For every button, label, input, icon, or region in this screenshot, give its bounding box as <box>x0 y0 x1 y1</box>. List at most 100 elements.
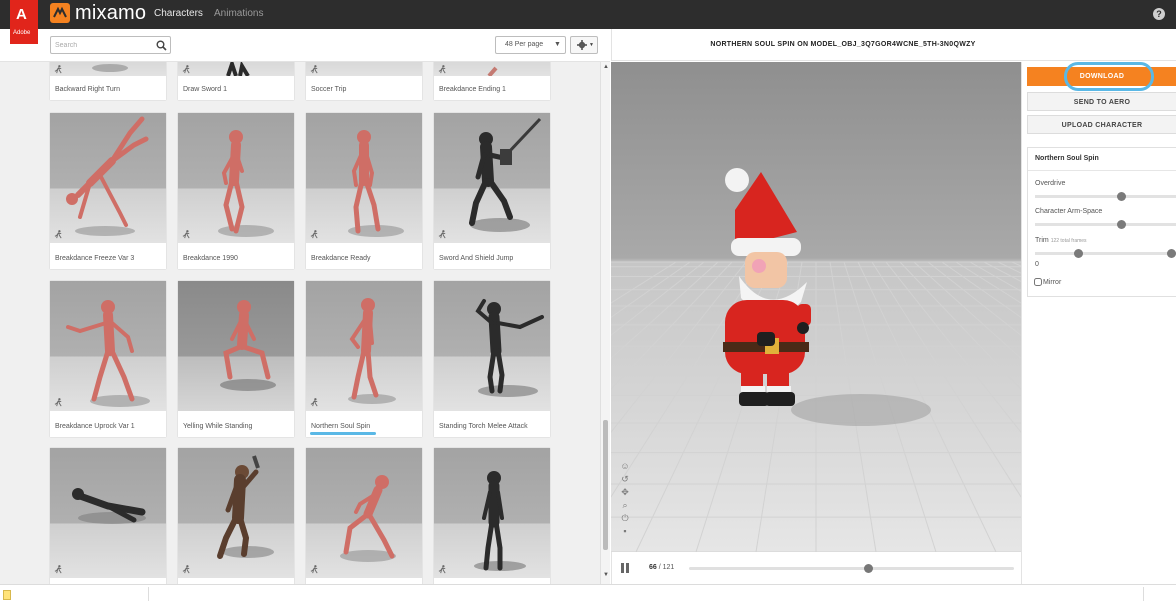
scroll-down-arrow-icon[interactable]: ▼ <box>603 572 609 578</box>
animation-card[interactable]: Soccer Trip <box>306 62 422 100</box>
caret-down-icon: ▼ <box>589 42 594 48</box>
runner-icon <box>310 65 318 74</box>
animation-thumbnail <box>434 113 550 243</box>
animation-card[interactable]: Breakdance Uprock Var 1 <box>50 281 166 437</box>
animation-thumbnail <box>50 281 166 411</box>
frame-counter: 66 / 121 <box>649 564 675 571</box>
runner-icon <box>54 398 62 407</box>
zoom-icon[interactable]: ⌕ <box>619 499 631 511</box>
face-camera-icon[interactable]: ☺ <box>619 460 631 472</box>
move-icon[interactable]: ✥ <box>619 486 631 498</box>
bottom-strip <box>0 584 1176 601</box>
animation-card[interactable] <box>306 448 422 584</box>
animation-card[interactable]: Sword And Shield Jump <box>434 113 550 269</box>
animation-card[interactable]: Breakdance 1990 <box>178 113 294 269</box>
3d-viewport[interactable]: ☺ ↺ ✥ ⌕ ⏻ ▪ <box>611 62 1021 552</box>
slider-knob[interactable] <box>1117 220 1126 229</box>
floor-grid <box>611 168 1021 552</box>
animation-card[interactable] <box>50 448 166 584</box>
rotate-icon[interactable]: ↺ <box>619 473 631 485</box>
file-icon[interactable] <box>3 590 11 600</box>
animation-label: Standing Torch Melee Attack <box>439 423 528 430</box>
runner-icon <box>310 230 318 239</box>
runner-icon <box>182 65 190 74</box>
settings-button[interactable]: ▼ <box>570 36 598 54</box>
trim-start-knob[interactable] <box>1074 249 1083 258</box>
animation-label: Sword And Shield Jump <box>439 255 514 262</box>
help-icon[interactable]: ? <box>1153 8 1165 20</box>
animation-card[interactable]: Breakdance Ending 1 <box>434 62 550 100</box>
timeline-knob[interactable] <box>864 564 873 573</box>
animation-settings: Northern Soul Spin Overdrive Character A… <box>1027 147 1176 297</box>
animation-thumbnail <box>50 448 166 578</box>
overdrive-slider[interactable] <box>1035 192 1176 201</box>
adobe-a-icon: A <box>16 6 27 23</box>
scroll-up-arrow-icon[interactable]: ▲ <box>603 64 609 70</box>
overdrive-label: Overdrive <box>1035 180 1066 187</box>
viewer-header: NORTHERN SOUL SPIN ON MODEL_OBJ_3Q7GOR4W… <box>611 29 1176 61</box>
download-highlight <box>1064 62 1154 91</box>
animation-thumbnail <box>306 62 422 76</box>
playback-bar: 66 / 121 <box>611 552 1021 584</box>
arm-space-label: Character Arm-Space <box>1035 208 1103 215</box>
search-input[interactable] <box>55 39 153 52</box>
runner-icon <box>182 230 190 239</box>
runner-icon <box>438 65 446 74</box>
animation-label: Yelling While Standing <box>183 423 253 430</box>
animation-card[interactable]: Yelling While Standing <box>178 281 294 437</box>
trim-slider[interactable] <box>1035 249 1176 258</box>
upload-character-button[interactable]: UPLOAD CHARACTER <box>1027 115 1176 134</box>
animation-card[interactable]: Breakdance Ready <box>306 113 422 269</box>
runner-icon <box>182 565 190 574</box>
selection-underline <box>310 432 376 435</box>
camera-icon[interactable]: ▪ <box>619 525 631 537</box>
gear-icon <box>577 40 587 50</box>
animation-thumbnail <box>178 62 294 76</box>
trim-value: 0 <box>1035 261 1039 268</box>
mixamo-logo-icon[interactable] <box>50 3 70 23</box>
animation-card[interactable]: Northern Soul Spin <box>306 281 422 437</box>
runner-icon <box>438 230 446 239</box>
timeline-slider[interactable] <box>689 564 1014 573</box>
nav-animations[interactable]: Animations <box>214 8 263 19</box>
scroll-thumb[interactable] <box>603 420 608 550</box>
send-to-aero-button[interactable]: SEND TO AERO <box>1027 92 1176 111</box>
viewport-tools: ☺ ↺ ✥ ⌕ ⏻ ▪ <box>619 460 633 538</box>
animation-label: Breakdance Uprock Var 1 <box>55 423 135 430</box>
search-icon[interactable] <box>156 40 167 51</box>
animation-card[interactable]: Draw Sword 1 <box>178 62 294 100</box>
pause-icon[interactable] <box>621 563 630 573</box>
animation-label: Soccer Trip <box>311 86 347 93</box>
runner-icon <box>54 230 62 239</box>
search-box <box>50 36 171 54</box>
trim-end-knob[interactable] <box>1167 249 1176 258</box>
grid-scrollbar[interactable]: ▲ ▼ <box>600 62 610 584</box>
animation-card[interactable]: Backward Right Turn <box>50 62 166 100</box>
animation-card[interactable] <box>178 448 294 584</box>
animation-thumbnail <box>434 448 550 578</box>
animation-label: Draw Sword 1 <box>183 86 227 93</box>
mirror-option[interactable]: Mirror <box>1034 278 1061 286</box>
runner-icon <box>54 65 62 74</box>
chevron-down-icon: ▼ <box>554 41 561 48</box>
animation-thumbnail <box>306 113 422 243</box>
animation-thumbnail <box>178 113 294 243</box>
animation-thumbnail <box>50 62 166 76</box>
brand-name[interactable]: mixamo <box>75 2 146 25</box>
per-page-select[interactable]: 48 Per page ▼ <box>495 36 566 54</box>
arm-space-slider[interactable] <box>1035 220 1176 229</box>
nav-characters[interactable]: Characters <box>154 8 203 19</box>
mirror-checkbox[interactable] <box>1034 278 1042 286</box>
trim-label: Trim 122 total frames <box>1035 237 1087 244</box>
animation-card[interactable] <box>434 448 550 584</box>
animation-thumbnail <box>434 62 550 76</box>
animation-card[interactable]: Breakdance Freeze Var 3 <box>50 113 166 269</box>
adobe-logo[interactable]: A Adobe <box>10 0 38 44</box>
animation-thumbnail <box>178 281 294 411</box>
power-icon[interactable]: ⏻ <box>619 512 631 524</box>
right-panel: DOWNLOAD SEND TO AERO UPLOAD CHARACTER N… <box>1021 62 1176 584</box>
slider-knob[interactable] <box>1117 192 1126 201</box>
animation-card[interactable]: Standing Torch Melee Attack <box>434 281 550 437</box>
animation-grid: Backward Right Turn Draw Sword 1 Soccer … <box>0 62 600 584</box>
animation-label: Breakdance Ending 1 <box>439 86 506 93</box>
